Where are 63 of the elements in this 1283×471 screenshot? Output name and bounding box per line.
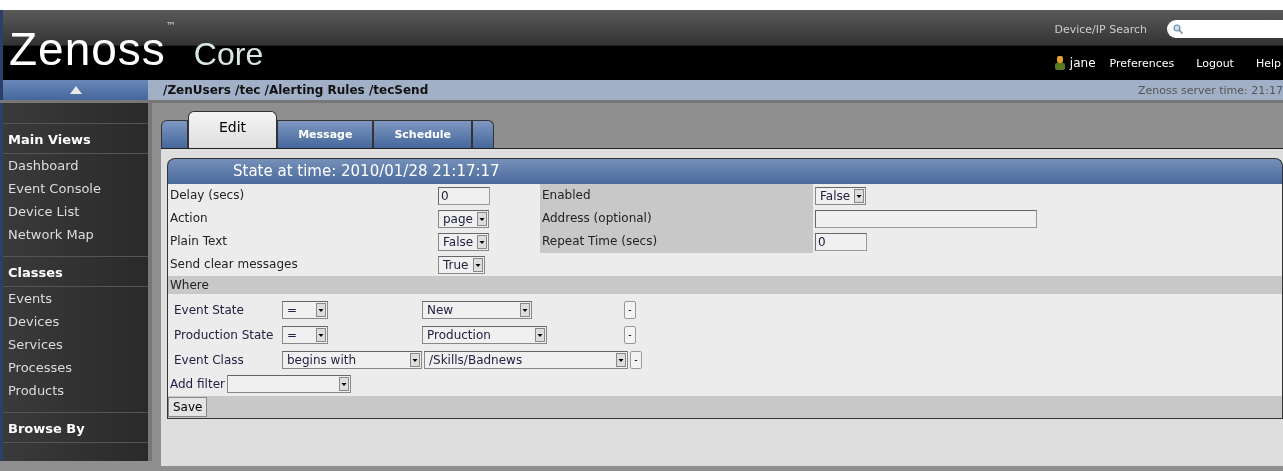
breadcrumb-path[interactable]: /ZenUsers /tec /Alerting Rules /tecSend <box>163 83 429 97</box>
text-field[interactable] <box>815 209 1037 228</box>
sidebar-heading: Browse By <box>3 413 148 443</box>
collapse-button[interactable] <box>0 80 148 100</box>
sidebar-item[interactable]: Event Console <box>3 177 148 200</box>
select-field[interactable]: False <box>438 232 490 251</box>
field-label: Plain Text <box>169 233 228 250</box>
sidebar-item[interactable]: Dashboard <box>3 154 148 177</box>
operator-select[interactable]: = <box>282 300 328 319</box>
filter-label: Production State <box>174 327 275 342</box>
sidebar-item[interactable]: Products <box>3 379 148 402</box>
user-icon <box>1053 55 1066 71</box>
header-link[interactable]: Help <box>1255 56 1281 70</box>
triangle-up-icon <box>69 86 82 94</box>
operator-select[interactable]: begins with <box>282 350 422 369</box>
sidebar-item[interactable]: Device List <box>3 200 148 223</box>
tab-edge <box>472 120 495 148</box>
sidebar-item[interactable]: Services <box>3 333 148 356</box>
sidebar-heading: Classes <box>3 257 148 287</box>
search-field[interactable] <box>1167 20 1283 38</box>
operator-select[interactable]: = <box>282 325 328 344</box>
sidebar-item[interactable]: Network Map <box>3 223 148 246</box>
sidebar-item[interactable]: Processes <box>3 356 148 379</box>
field-label: Enabled <box>540 184 813 207</box>
header-link[interactable]: Preferences <box>1109 56 1175 70</box>
tab-edge <box>161 120 188 148</box>
search-label: Device/IP Search <box>1054 22 1147 36</box>
select-field[interactable]: False <box>815 186 867 205</box>
filter-label: Add filter <box>170 377 225 391</box>
tab[interactable]: Schedule <box>373 120 473 148</box>
field-label: Address (optional) <box>540 207 813 230</box>
remove-button[interactable]: - <box>630 350 642 369</box>
text-field[interactable]: 0 <box>438 186 490 205</box>
product-name: Core <box>193 36 264 72</box>
select-field[interactable]: True <box>438 255 485 274</box>
field-label: Send clear messages <box>169 256 299 273</box>
server-time: Zenoss server time: 21:17 <box>1137 83 1283 97</box>
sidebar-item[interactable]: Devices <box>3 310 148 333</box>
sidebar-heading: Main Views <box>3 124 148 154</box>
filter-label: Event Class <box>174 352 245 367</box>
field-label: Repeat Time (secs) <box>540 230 813 253</box>
add-filter-select[interactable] <box>226 375 351 393</box>
logo-text: Zenoss <box>9 26 166 72</box>
text-field[interactable]: 0 <box>815 232 867 251</box>
filter-label: Event State <box>174 302 245 317</box>
section-label: Where <box>170 278 209 292</box>
panel-title: State at time: 2010/01/28 21:17:17 <box>167 158 1283 184</box>
field-label: Delay (secs) <box>169 187 246 204</box>
value-select[interactable]: /Skills/Badnews <box>424 350 628 369</box>
field-label: Action <box>169 210 209 227</box>
tab[interactable]: Edit <box>188 111 278 148</box>
remove-button[interactable]: - <box>624 300 636 319</box>
remove-button[interactable]: - <box>624 325 636 344</box>
sidebar-item[interactable]: Events <box>3 287 148 310</box>
select-field[interactable]: page <box>438 209 489 228</box>
user-name: jane <box>1069 56 1096 70</box>
save-button[interactable]: Save <box>168 397 208 417</box>
header-link[interactable]: Logout <box>1196 56 1234 70</box>
value-select[interactable]: New <box>422 300 532 319</box>
trademark-text: ™ <box>165 20 176 31</box>
tab[interactable]: Message <box>277 120 374 148</box>
search-icon <box>1173 24 1183 34</box>
value-select[interactable]: Production <box>422 325 547 344</box>
